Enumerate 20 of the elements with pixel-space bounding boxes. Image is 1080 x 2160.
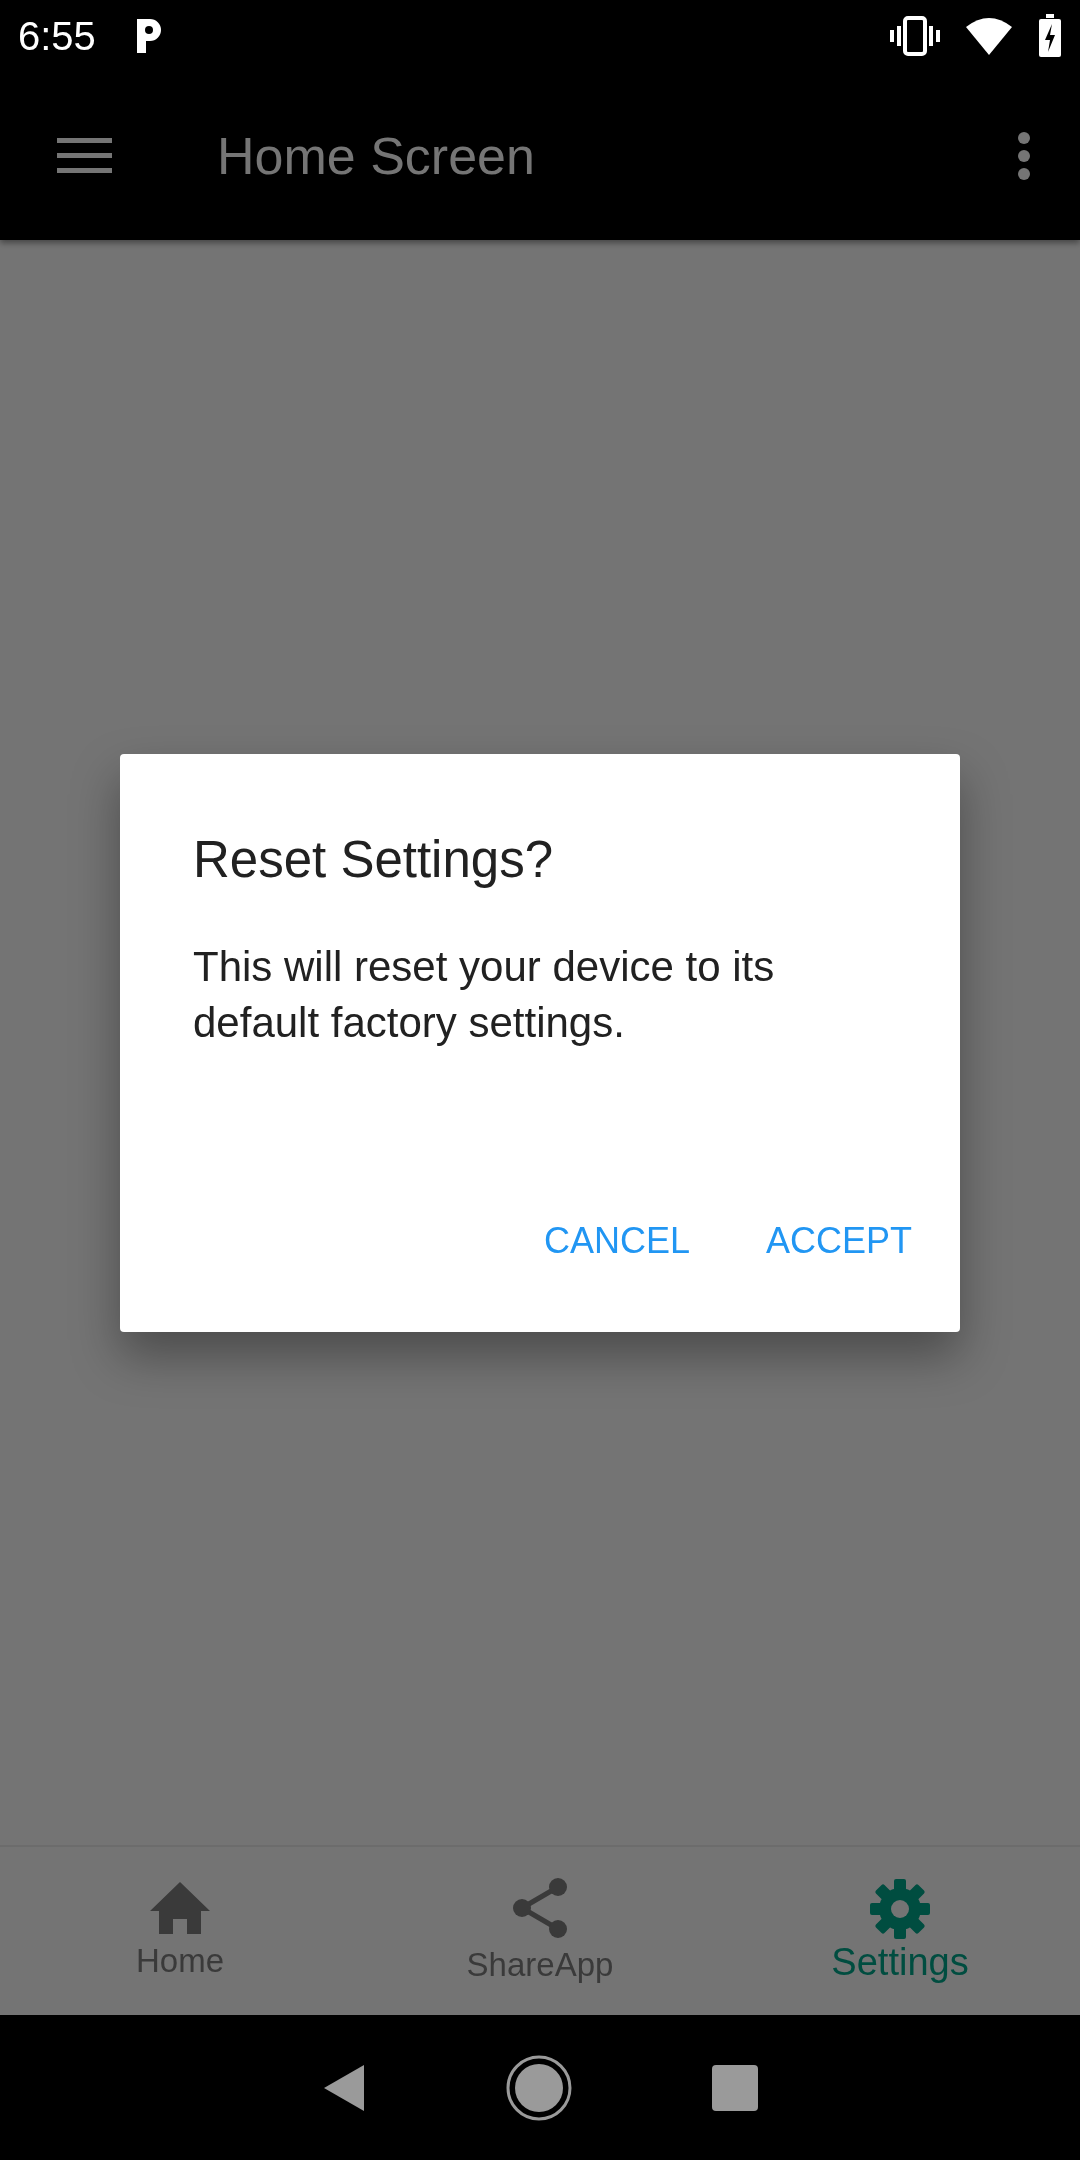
vibrate-icon — [890, 16, 940, 56]
share-icon — [512, 1878, 568, 1938]
nav-tab[interactable]: ShareApp — [466, 1946, 614, 1984]
battery-icon — [1038, 14, 1062, 58]
more-options-icon[interactable] — [1017, 131, 1031, 181]
home-button-icon[interactable] — [506, 2054, 572, 2121]
dialog-message: This will reset your device to its default factory settings. — [193, 941, 776, 1048]
nav-tab[interactable]: Settings — [831, 1940, 969, 1984]
wifi-icon — [966, 17, 1012, 55]
back-icon[interactable] — [322, 2062, 366, 2113]
dialog-button[interactable]: CANCEL — [543, 1219, 690, 1262]
settings-icon — [870, 1878, 930, 1939]
app-bar-title: Home Screen — [217, 126, 535, 186]
dialog-button[interactable]: ACCEPT — [765, 1219, 912, 1262]
home-icon — [150, 1882, 210, 1934]
status-time: 6:55 — [18, 13, 96, 59]
nav-tab[interactable]: Home — [136, 1942, 224, 1980]
recents-icon[interactable] — [712, 2064, 758, 2111]
menu-icon[interactable] — [57, 138, 112, 174]
dialog-title: Reset Settings? — [193, 829, 555, 889]
